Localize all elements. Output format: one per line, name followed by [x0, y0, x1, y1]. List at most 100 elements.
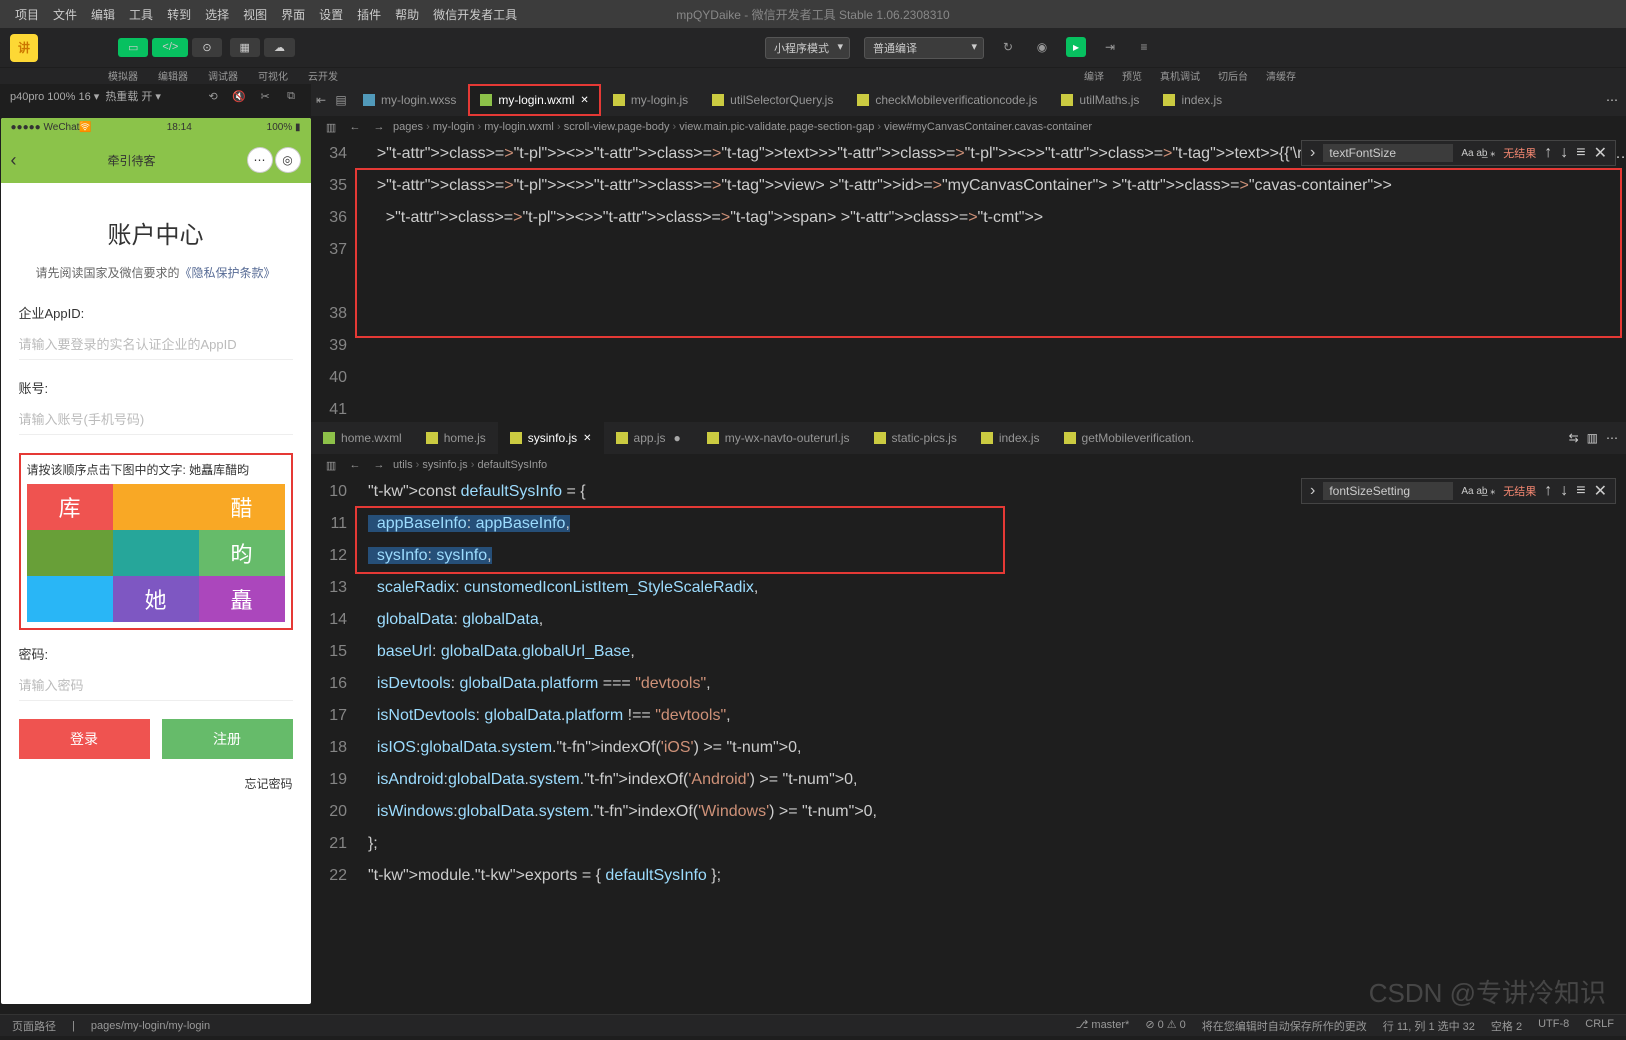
- code-editor-bottom[interactable]: › Aa ab̲ ⁎ 无结果 ↑ ↓ ≡ ✕ 10111213141516171…: [311, 476, 1626, 1014]
- captcha-cell[interactable]: [113, 484, 199, 530]
- simulator-button[interactable]: ▭: [118, 38, 148, 57]
- split-editor-icon[interactable]: ▥: [1587, 431, 1598, 445]
- editor-tab[interactable]: app.js●: [604, 422, 695, 454]
- menu-item[interactable]: 编辑: [84, 6, 122, 23]
- breadcrumb-item[interactable]: view#myCanvasContainer.cavas-container: [884, 121, 1092, 133]
- account-input[interactable]: 请输入账号(手机号码): [19, 403, 293, 435]
- find-next-icon[interactable]: ↓: [1560, 482, 1568, 500]
- menu-item[interactable]: 微信开发者工具: [426, 6, 524, 23]
- sidebar-toggle-icon[interactable]: ⇤: [311, 90, 331, 110]
- editor-tab[interactable]: utilSelectorQuery.js: [700, 84, 845, 116]
- find-next-icon[interactable]: ↓: [1560, 144, 1568, 162]
- preview-icon[interactable]: ◉: [1032, 37, 1052, 57]
- captcha-canvas[interactable]: 库醋昀她矗: [27, 484, 285, 622]
- code-editor-top[interactable]: › Aa ab̲ ⁎ 无结果 ↑ ↓ ≡ ✕ 3435363738394041 …: [311, 138, 1626, 418]
- clearcache-icon[interactable]: ≡: [1134, 37, 1154, 57]
- git-branch[interactable]: ⎇ master*: [1076, 1018, 1130, 1034]
- more-icon[interactable]: ⋯: [247, 147, 273, 173]
- editor-tab[interactable]: checkMobileverificationcode.js: [845, 84, 1049, 116]
- compile-icon[interactable]: ▸: [1066, 37, 1086, 57]
- page-path[interactable]: pages/my-login/my-login: [91, 1020, 210, 1032]
- nav-fwd-icon[interactable]: →: [369, 117, 389, 137]
- editor-button[interactable]: </>: [152, 38, 188, 57]
- menu-item[interactable]: 插件: [350, 6, 388, 23]
- privacy-link[interactable]: 《隐私保护条款》: [180, 266, 276, 280]
- visual-button[interactable]: ▦: [230, 38, 260, 57]
- editor-tab[interactable]: home.wxml: [311, 422, 414, 454]
- cut-icon[interactable]: ✂: [255, 86, 275, 106]
- cloud-button[interactable]: ☁: [264, 38, 295, 57]
- indent[interactable]: 空格 2: [1491, 1018, 1522, 1034]
- device-select[interactable]: p40pro 100% 16 ▾: [10, 90, 99, 103]
- breadcrumb-item[interactable]: pages: [393, 121, 423, 133]
- background-icon[interactable]: ⇥: [1100, 37, 1120, 57]
- captcha-cell[interactable]: [27, 530, 113, 576]
- find-filter-icon[interactable]: ≡: [1576, 144, 1585, 162]
- password-input[interactable]: 请输入密码: [19, 669, 293, 701]
- register-button[interactable]: 注册: [162, 719, 293, 759]
- login-button[interactable]: 登录: [19, 719, 150, 759]
- editor-tab[interactable]: getMobileverification.: [1052, 422, 1207, 454]
- split-icon[interactable]: ▥: [321, 455, 341, 475]
- editor-tab[interactable]: my-login.js: [601, 84, 700, 116]
- breadcrumb-item[interactable]: defaultSysInfo: [477, 459, 547, 471]
- find-toggle-icon[interactable]: ›: [1310, 144, 1315, 162]
- editor-tab[interactable]: my-login.wxss: [351, 84, 468, 116]
- mute-icon[interactable]: 🔇: [229, 86, 249, 106]
- find-prev-icon[interactable]: ↑: [1544, 144, 1552, 162]
- compile-select[interactable]: 普通编译: [864, 37, 984, 59]
- find-close-icon[interactable]: ✕: [1594, 481, 1607, 501]
- debugger-button[interactable]: ⊙: [192, 38, 221, 57]
- appid-input[interactable]: 请输入要登录的实名认证企业的AppID: [19, 328, 293, 360]
- captcha-cell[interactable]: 库: [27, 484, 113, 530]
- captcha-cell[interactable]: 她: [113, 576, 199, 622]
- find-input[interactable]: [1323, 482, 1453, 500]
- captcha-cell[interactable]: [27, 576, 113, 622]
- nav-fwd-icon[interactable]: →: [369, 455, 389, 475]
- captcha-cell[interactable]: [113, 530, 199, 576]
- menu-item[interactable]: 项目: [8, 6, 46, 23]
- close-capsule-icon[interactable]: ◎: [275, 147, 301, 173]
- editor-tab[interactable]: static-pics.js: [862, 422, 969, 454]
- breadcrumb-item[interactable]: scroll-view.page-body: [564, 121, 670, 133]
- menu-item[interactable]: 界面: [274, 6, 312, 23]
- eol[interactable]: CRLF: [1585, 1018, 1614, 1034]
- rotate-icon[interactable]: ⟲: [203, 86, 223, 106]
- editor-tab[interactable]: index.js: [1151, 84, 1234, 116]
- compare-icon[interactable]: ⇆: [1569, 431, 1579, 445]
- menu-item[interactable]: 转到: [160, 6, 198, 23]
- breadcrumb-item[interactable]: sysinfo.js: [422, 459, 467, 471]
- breadcrumb-item[interactable]: view.main.pic-validate.page-section-gap: [679, 121, 874, 133]
- menu-item[interactable]: 设置: [312, 6, 350, 23]
- breadcrumb-item[interactable]: utils: [393, 459, 413, 471]
- back-icon[interactable]: ‹: [11, 150, 17, 171]
- split-icon[interactable]: ▥: [321, 117, 341, 137]
- menu-item[interactable]: 帮助: [388, 6, 426, 23]
- editor-tab[interactable]: sysinfo.js✕: [498, 422, 604, 454]
- more-tabs-icon[interactable]: ⋯: [1598, 93, 1626, 107]
- editor-tab[interactable]: my-wx-navto-outerurl.js: [695, 422, 862, 454]
- captcha-cell[interactable]: 昀: [199, 530, 285, 576]
- editor-tab[interactable]: home.js: [414, 422, 498, 454]
- close-icon[interactable]: ✕: [580, 95, 588, 106]
- forgot-password-link[interactable]: 忘记密码: [19, 775, 293, 792]
- find-close-icon[interactable]: ✕: [1594, 143, 1607, 163]
- menu-item[interactable]: 文件: [46, 6, 84, 23]
- nav-back-icon[interactable]: ←: [345, 117, 365, 137]
- menu-item[interactable]: 选择: [198, 6, 236, 23]
- close-icon[interactable]: ✕: [583, 433, 591, 444]
- hotreload-toggle[interactable]: 热重载 开 ▾: [105, 88, 161, 104]
- find-input[interactable]: [1323, 144, 1453, 162]
- menu-item[interactable]: 工具: [122, 6, 160, 23]
- menu-item[interactable]: 视图: [236, 6, 274, 23]
- find-filter-icon[interactable]: ≡: [1576, 482, 1585, 500]
- nav-back-icon[interactable]: ←: [345, 455, 365, 475]
- problems[interactable]: ⊘ 0 ⚠ 0: [1145, 1018, 1185, 1034]
- breadcrumb-item[interactable]: my-login: [433, 121, 475, 133]
- captcha-cell[interactable]: 醋: [199, 484, 285, 530]
- cursor-position[interactable]: 行 11, 列 1 选中 32: [1383, 1018, 1475, 1034]
- mode-select[interactable]: 小程序模式: [765, 37, 850, 59]
- detach-icon[interactable]: ⧉: [281, 86, 301, 106]
- refresh-icon[interactable]: ↻: [998, 37, 1018, 57]
- find-prev-icon[interactable]: ↑: [1544, 482, 1552, 500]
